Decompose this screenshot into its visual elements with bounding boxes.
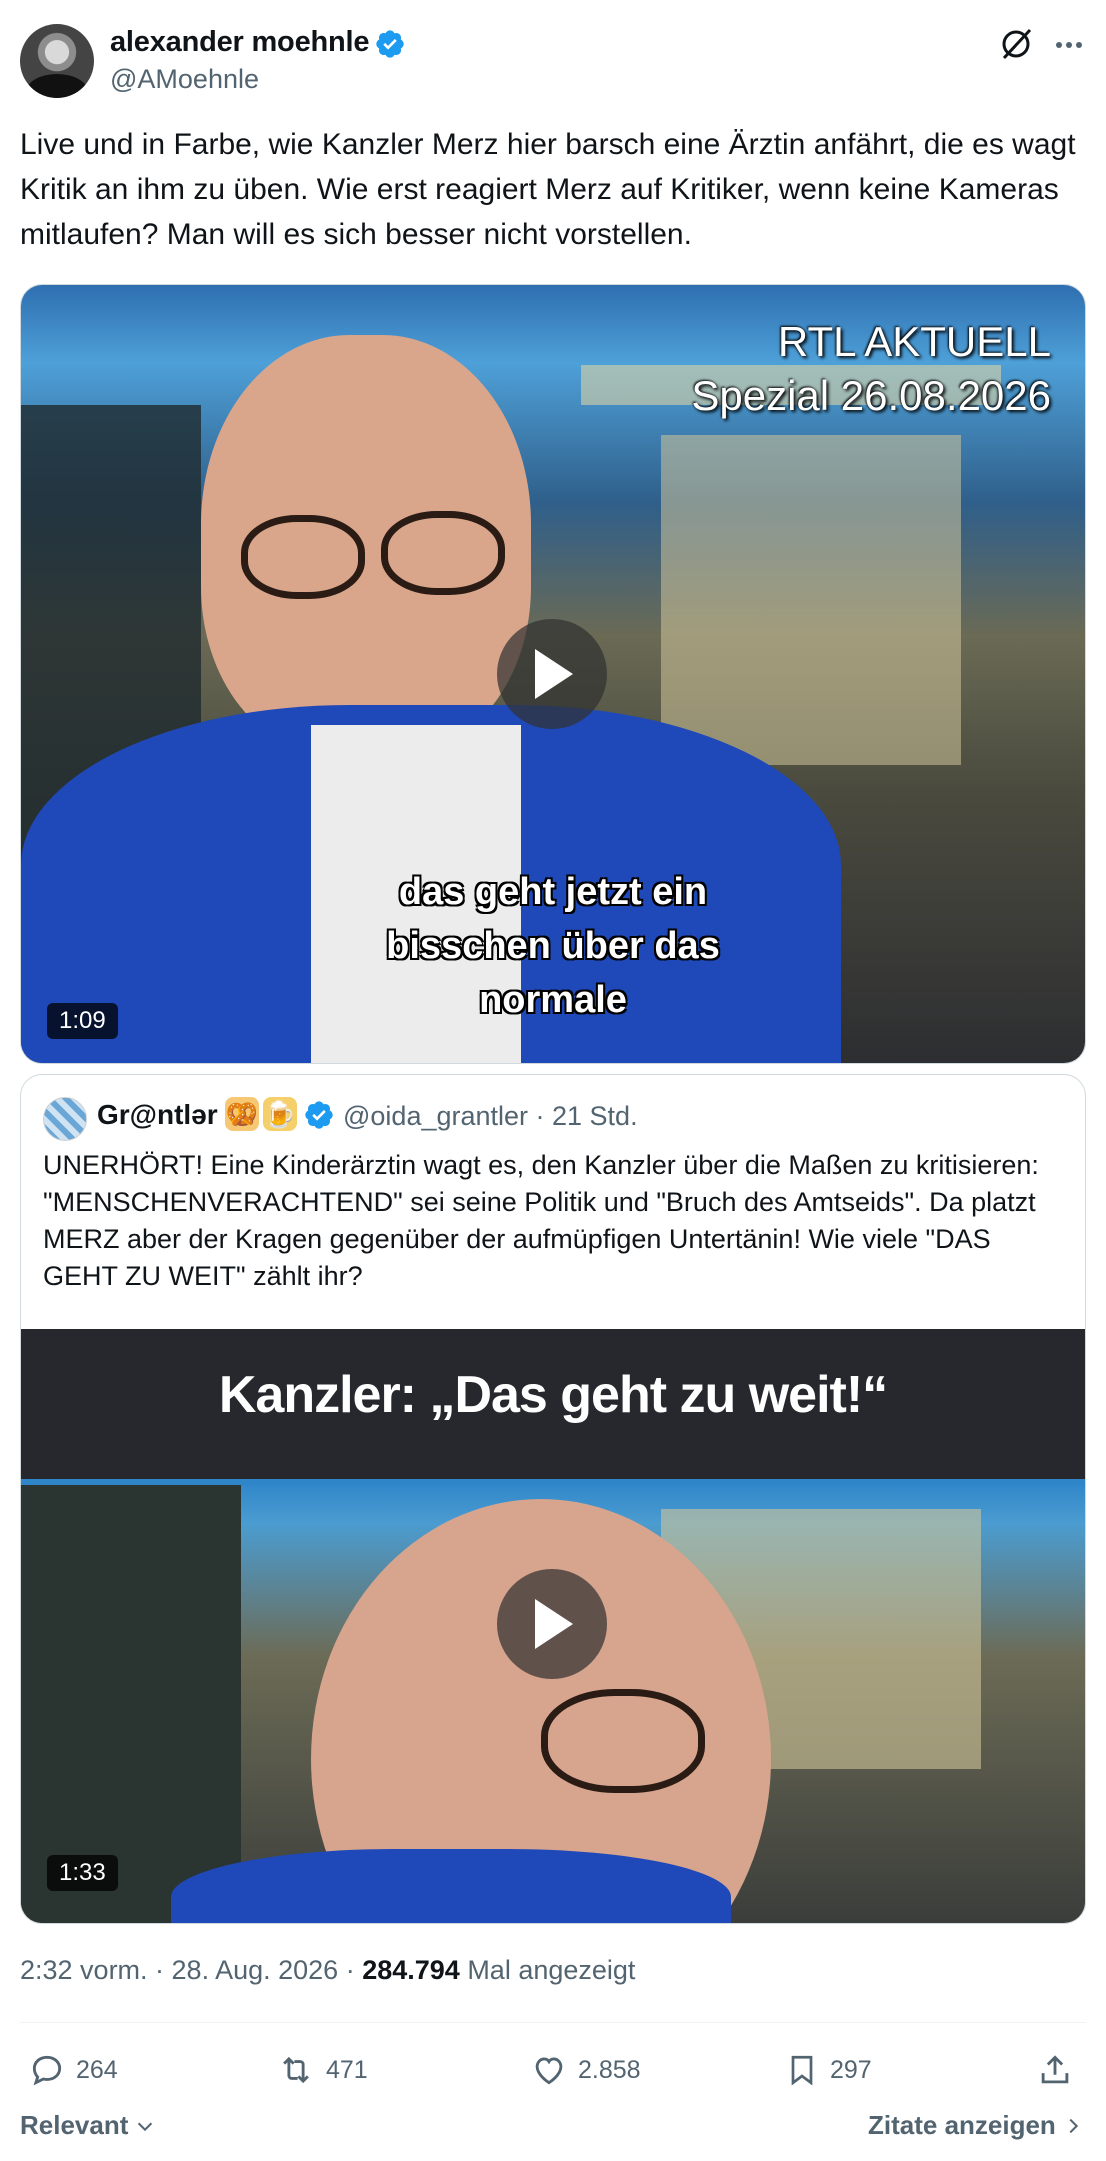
chevron-down-icon [138, 2122, 153, 2131]
reply-button[interactable]: 264 [28, 2050, 118, 2090]
more-options-icon[interactable] [1052, 28, 1086, 62]
quoted-video-player[interactable]: Kanzler: „Das geht zu weit!“ 1:33 [21, 1329, 1085, 1923]
quoted-play-button[interactable] [497, 1569, 607, 1679]
post-meta: 2:32 vorm. · 28. Aug. 2026 · 284.794 Mal… [20, 1955, 635, 1986]
repost-count: 471 [326, 2055, 368, 2084]
quoted-verified-badge-icon [305, 1101, 333, 1129]
reply-count: 264 [76, 2055, 118, 2084]
author-avatar[interactable] [20, 24, 94, 98]
quoted-video-banner: Kanzler: „Das geht zu weit!“ [21, 1329, 1085, 1485]
author-name[interactable]: alexander moehnle [110, 26, 370, 59]
like-count: 2.858 [578, 2055, 641, 2084]
bookmark-button[interactable]: 297 [784, 2050, 872, 2090]
beer-icon: 🍺 [263, 1097, 297, 1131]
bookmark-icon [791, 2055, 813, 2086]
video-subtitle: das geht jetzt ein bisschen über das nor… [386, 871, 720, 1021]
post-timestamp[interactable]: 2:32 vorm. · 28. Aug. 2026 · [20, 1955, 362, 1985]
quoted-handle-time[interactable]: @oida_grantler · 21 Std. [343, 1101, 638, 1132]
author-handle[interactable]: @AMoehnle [110, 64, 259, 95]
video-player[interactable]: RTL AKTUELL Spezial 26.08.2026 das geht … [20, 284, 1086, 1064]
overlay-line-1: RTL AKTUELL [777, 318, 1051, 365]
quoted-text: UNERHÖRT! Eine Kinderärztin wagt es, den… [43, 1150, 1039, 1291]
bookmark-count: 297 [830, 2055, 872, 2084]
quotes-label: Zitate anzeigen [868, 2110, 1056, 2140]
play-button[interactable] [497, 619, 607, 729]
quoted-video-duration: 1:33 [47, 1855, 118, 1891]
play-icon [535, 1599, 573, 1649]
quoted-avatar[interactable] [43, 1097, 87, 1141]
quoted-author-name[interactable]: Gr@ntlər [97, 1099, 218, 1131]
grok-icon[interactable] [996, 24, 1036, 64]
repost-icon [283, 2056, 309, 2084]
video-duration: 1:09 [47, 1003, 118, 1039]
quoted-video-thumbnail [21, 1479, 1085, 1923]
view-count: 284.794 [362, 1955, 460, 1985]
view-quotes-link[interactable]: Zitate anzeigen [868, 2110, 1084, 2141]
share-icon [1041, 2055, 1069, 2084]
sort-label: Relevant [20, 2110, 129, 2140]
pretzel-icon: 🥨 [225, 1097, 259, 1131]
views-label: Mal angezeigt [459, 1955, 636, 1985]
like-button[interactable]: 2.858 [530, 2050, 641, 2090]
play-icon [535, 649, 573, 699]
reply-icon [32, 2055, 62, 2086]
heart-icon [535, 2057, 563, 2085]
share-button[interactable] [1036, 2050, 1084, 2090]
video-overlay-title: RTL AKTUELL Spezial 26.08.2026 [691, 315, 1051, 423]
chevron-right-icon [1069, 2118, 1078, 2133]
repost-button[interactable]: 471 [276, 2050, 368, 2090]
verified-badge-icon [376, 30, 404, 58]
sort-dropdown[interactable]: Relevant [20, 2110, 156, 2141]
banner-text: Kanzler: „Das geht zu weit!“ [218, 1366, 888, 1424]
quoted-post[interactable]: Gr@ntlər 🥨 🍺 @oida_grantler · 21 Std. UN… [20, 1074, 1086, 1924]
overlay-line-2: Spezial 26.08.2026 [691, 372, 1051, 419]
divider [20, 2022, 1086, 2023]
post-text: Live und in Farbe, wie Kanzler Merz hier… [20, 128, 1076, 251]
